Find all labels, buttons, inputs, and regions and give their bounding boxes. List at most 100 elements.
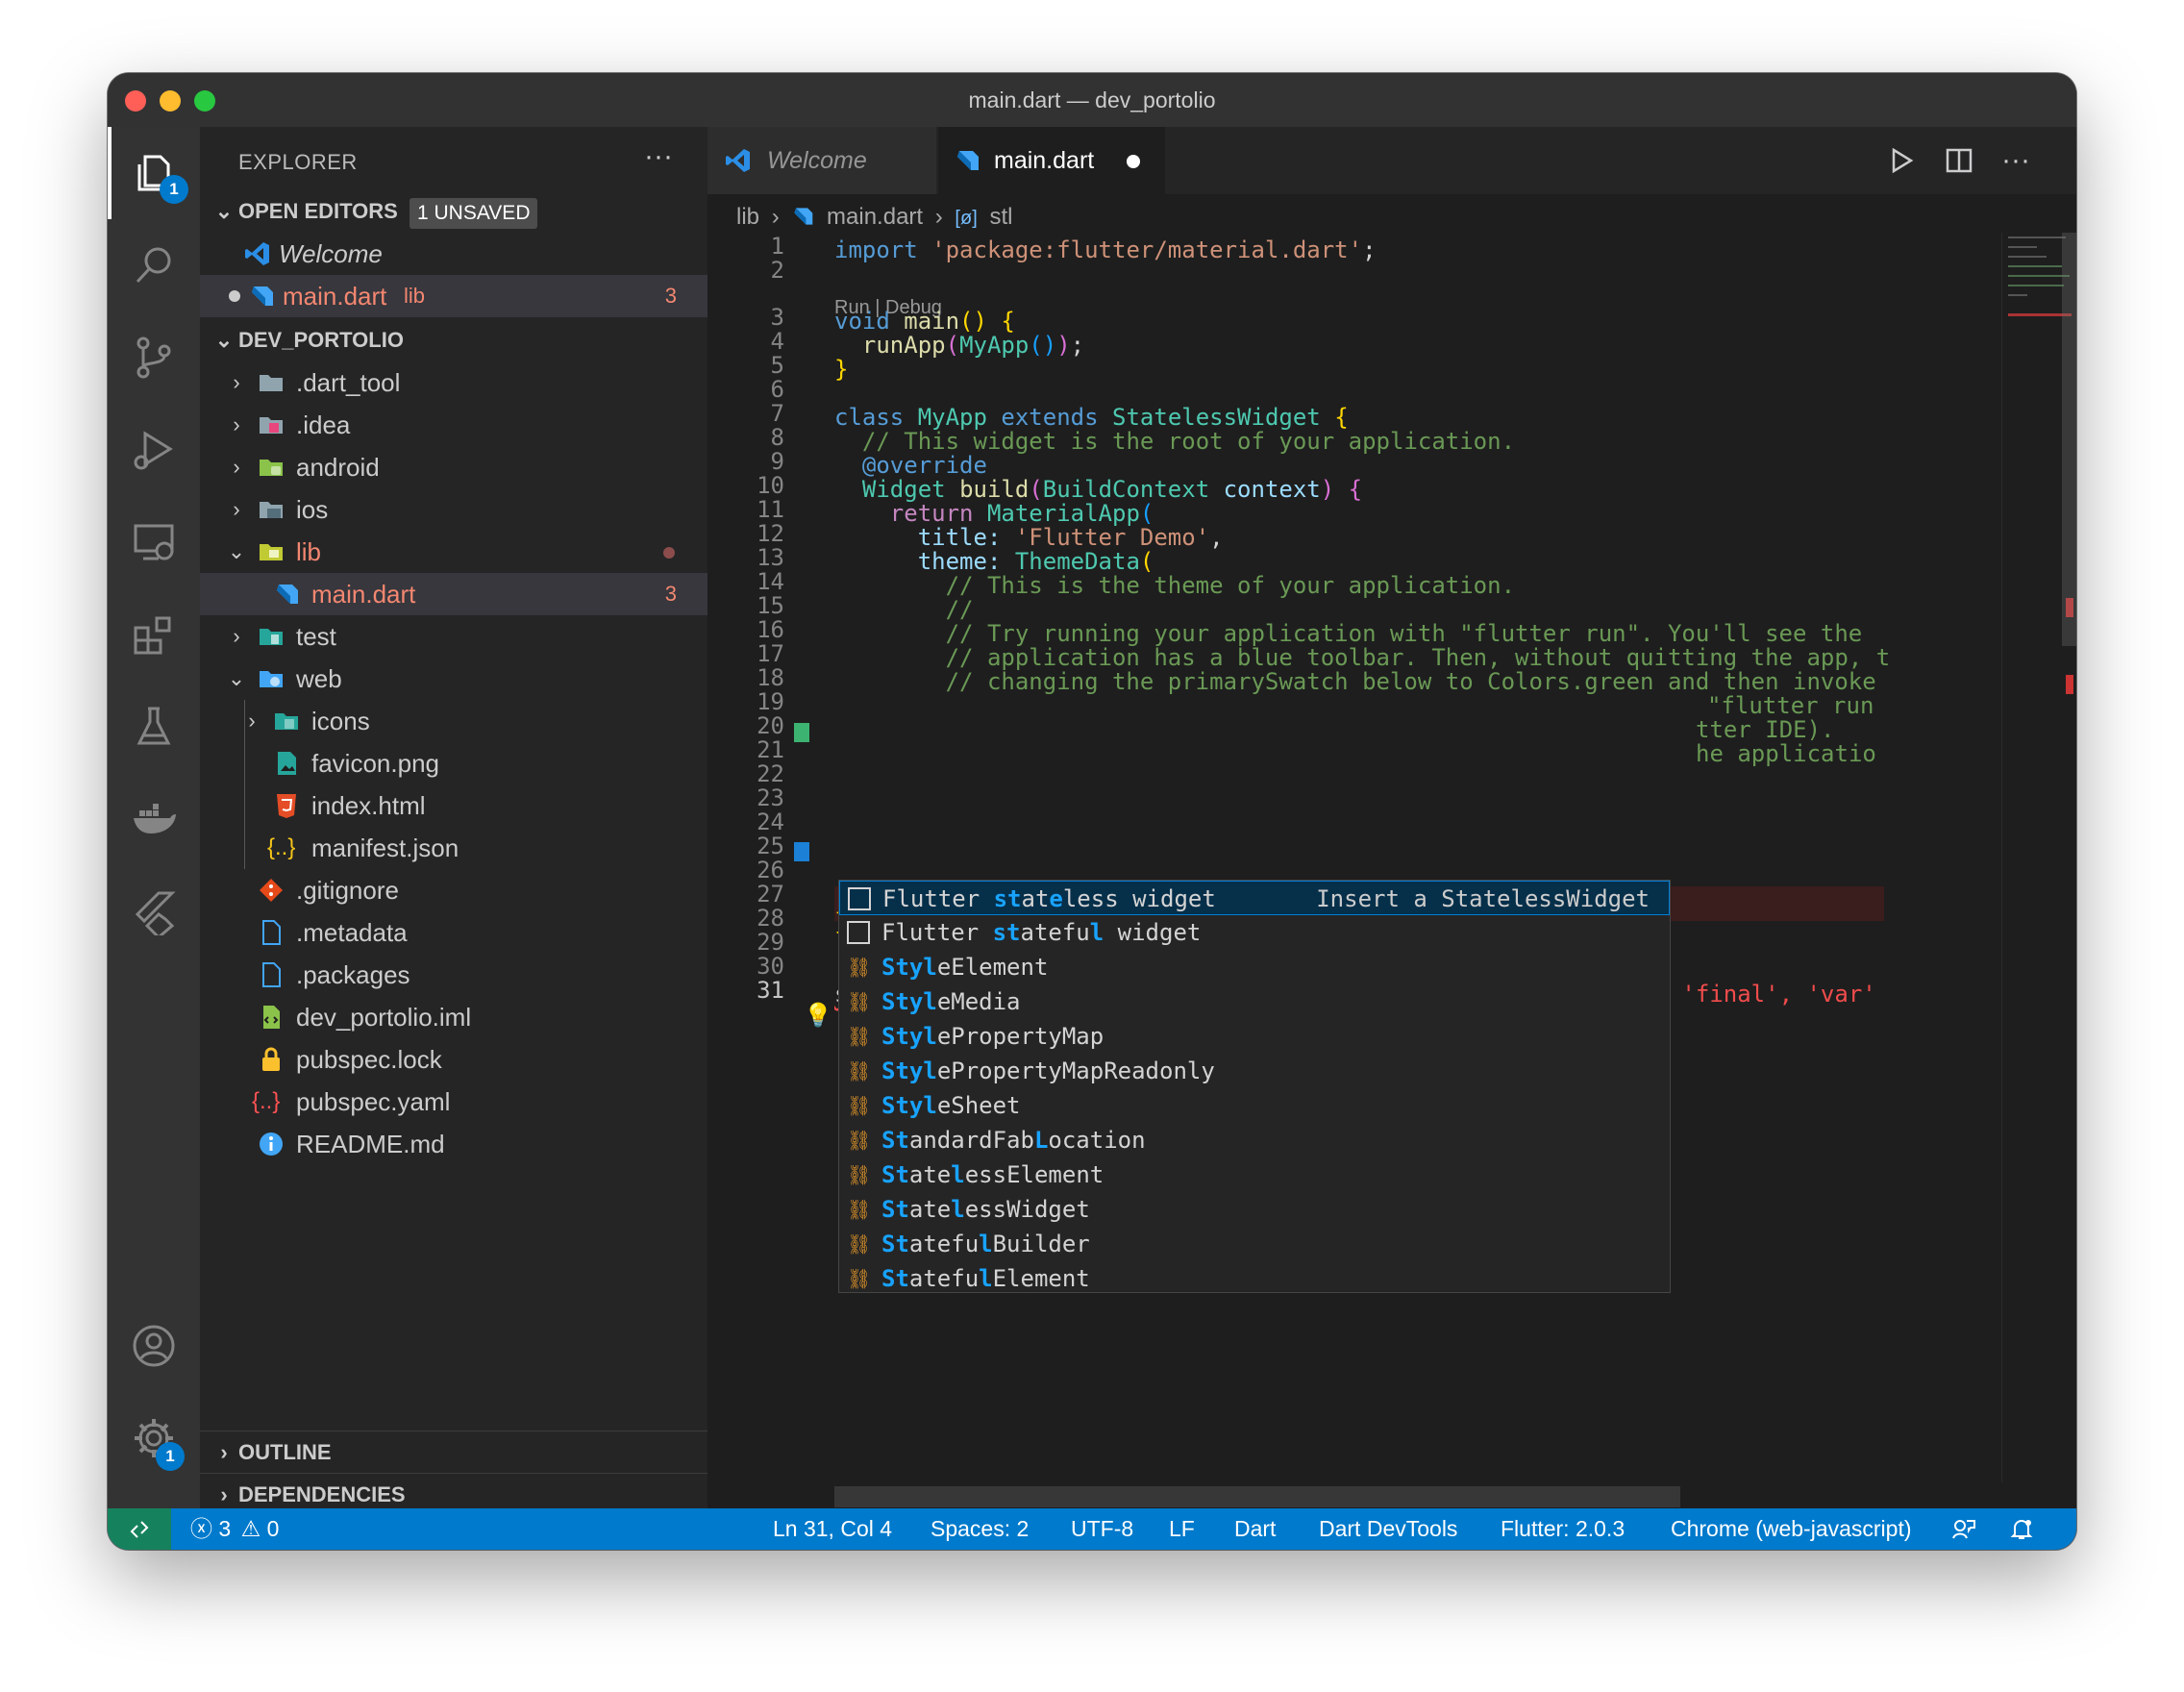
extensions-activity-button[interactable]	[108, 588, 200, 681]
tree-file-pubspec-lock[interactable]: pubspec.lock	[200, 1038, 707, 1081]
minimap-line	[2008, 236, 2066, 238]
tree-label: .metadata	[296, 918, 408, 947]
suggestion-item[interactable]: ⛓ StatefulBuilder	[839, 1227, 1670, 1261]
tree-file-main-dart[interactable]: main.dart 3	[200, 573, 707, 615]
tree-file-index-html[interactable]: index.html	[200, 784, 707, 827]
tree-folder-dart-tool[interactable]: › .dart_tool	[200, 361, 707, 404]
tree-file-packages[interactable]: .packages	[200, 954, 707, 996]
tree-folder-web[interactable]: ⌄ web	[200, 658, 707, 700]
tree-folder-idea[interactable]: › .idea	[200, 404, 707, 446]
suggestion-item[interactable]: ⛓ StatelessWidget	[839, 1192, 1670, 1227]
web-folder-icon	[260, 671, 283, 687]
vertical-scrollbar-thumb[interactable]	[2062, 233, 2076, 646]
class-icon: ⛓	[847, 1025, 872, 1048]
more-actions-icon[interactable]: ···	[2001, 144, 2030, 177]
indentation-status[interactable]: Spaces: 2	[931, 1508, 1029, 1550]
eol-status[interactable]: LF	[1169, 1508, 1195, 1550]
tree-file-readme[interactable]: README.md	[200, 1123, 707, 1165]
suggestion-label: StatefulBuilder	[881, 1231, 1090, 1257]
device-selector[interactable]: Chrome (web-javascript)	[1671, 1508, 1912, 1550]
suggestion-item[interactable]: ⛓ StatelessElement	[839, 1157, 1670, 1192]
open-editors-header[interactable]: ⌄ OPEN EDITORS 1 UNSAVED	[200, 190, 707, 233]
activity-bar: 1 1	[108, 127, 200, 1508]
run-debug-activity-button[interactable]	[108, 404, 200, 496]
split-editor-icon[interactable]	[1944, 145, 1974, 176]
tree-folder-icons[interactable]: › icons	[200, 700, 707, 742]
cursor-position[interactable]: Ln 31, Col 4	[773, 1508, 892, 1550]
close-window-button[interactable]	[125, 90, 146, 112]
explorer-more-actions-button[interactable]: ···	[644, 140, 673, 173]
tree-label: web	[296, 664, 342, 693]
suggestion-item[interactable]: ⛓ StandardFabLocation	[839, 1123, 1670, 1157]
devtools-button[interactable]: Dart DevTools	[1319, 1508, 1457, 1550]
testing-activity-button[interactable]	[108, 681, 200, 773]
search-icon	[136, 247, 171, 284]
zoom-window-button[interactable]	[194, 90, 215, 112]
remote-indicator-button[interactable]	[108, 1508, 171, 1550]
tab-main-dart[interactable]: main.dart	[938, 127, 1165, 194]
feedback-icon[interactable]	[1951, 1517, 1976, 1542]
horizontal-scrollbar-thumb[interactable]	[834, 1486, 1680, 1507]
encoding-status[interactable]: UTF-8	[1071, 1508, 1133, 1550]
tree-file-gitignore[interactable]: .gitignore	[200, 869, 707, 911]
open-editor-main-dart[interactable]: main.dart lib 3	[200, 275, 707, 317]
json-file-icon: {..}	[267, 834, 296, 860]
unsaved-dot-icon[interactable]	[1127, 155, 1140, 168]
dart-icon	[252, 286, 273, 306]
tree-file-metadata[interactable]: .metadata	[200, 911, 707, 954]
run-icon[interactable]	[1886, 145, 1917, 176]
suggest-widget[interactable]: Flutter stateless widget Insert a Statel…	[838, 880, 1671, 1293]
language-mode[interactable]: Dart	[1234, 1508, 1276, 1550]
manage-activity-button[interactable]: 1	[108, 1392, 200, 1484]
breadcrumb-file[interactable]: main.dart	[827, 204, 923, 230]
docker-activity-button[interactable]	[108, 773, 200, 865]
project-header[interactable]: ⌄ DEV_PORTOLIO	[200, 319, 707, 361]
tree-file-manifest-json[interactable]: {..} manifest.json	[200, 827, 707, 869]
xml-file-icon	[263, 1006, 280, 1029]
breadcrumb-symbol[interactable]: stl	[989, 204, 1012, 230]
tree-file-pubspec-yaml[interactable]: {..} pubspec.yaml	[200, 1081, 707, 1123]
open-editor-welcome[interactable]: Welcome	[200, 233, 707, 275]
breadcrumb-folder[interactable]: lib	[736, 204, 759, 230]
accounts-activity-button[interactable]	[108, 1300, 200, 1392]
tree-folder-ios[interactable]: › ios	[200, 488, 707, 531]
suggestion-item[interactable]: ⛓ StyleMedia	[839, 984, 1670, 1019]
notifications-bell-icon[interactable]	[2009, 1517, 2034, 1542]
flutter-version[interactable]: Flutter: 2.0.3	[1501, 1508, 1625, 1550]
suggestion-label: StyleMedia	[881, 988, 1021, 1015]
tree-file-favicon[interactable]: favicon.png	[200, 742, 707, 784]
beaker-icon	[136, 707, 171, 745]
account-icon	[133, 1325, 175, 1367]
tab-welcome[interactable]: Welcome	[707, 127, 936, 194]
suggestion-item[interactable]: ⛓ StyleSheet	[839, 1088, 1670, 1123]
suggestion-item[interactable]: Flutter stateful widget	[839, 915, 1670, 950]
suggestion-item[interactable]: ⛓ StyleElement	[839, 950, 1670, 984]
minimize-window-button[interactable]	[160, 90, 181, 112]
tree-file-iml[interactable]: dev_portolio.iml	[200, 996, 707, 1038]
warning-count: 0	[266, 1516, 280, 1541]
suggestion-item[interactable]: Flutter stateless widget Insert a Statel…	[839, 881, 1670, 915]
minimap-line	[2008, 256, 2047, 258]
open-editors-label: OPEN EDITORS	[238, 199, 398, 223]
tree-label: lib	[296, 537, 322, 566]
tab-label: main.dart	[994, 147, 1095, 174]
tree-label: .idea	[296, 411, 351, 439]
source-control-activity-button[interactable]	[108, 311, 200, 404]
minimap[interactable]	[2001, 233, 2076, 1482]
suggestion-item[interactable]: ⛓ StylePropertyMapReadonly	[839, 1054, 1670, 1088]
variable-icon: [ø]	[955, 208, 978, 229]
tree-folder-test[interactable]: › test	[200, 615, 707, 658]
explorer-activity-button[interactable]: 1	[108, 127, 200, 219]
remote-explorer-activity-button[interactable]	[108, 496, 200, 588]
scrollbar-error-marker	[2066, 675, 2073, 694]
outline-header[interactable]: › OUTLINE	[200, 1431, 707, 1474]
flutter-activity-button[interactable]	[108, 865, 200, 958]
search-activity-button[interactable]	[108, 219, 200, 311]
chevron-right-icon: ›	[233, 412, 240, 436]
tree-folder-android[interactable]: › android	[200, 446, 707, 488]
suggestion-item[interactable]: ⛓ StatefulElement	[839, 1261, 1670, 1296]
tree-folder-lib[interactable]: ⌄ lib	[200, 531, 707, 573]
suggestion-item[interactable]: ⛓ StylePropertyMap	[839, 1019, 1670, 1054]
problems-status-button[interactable]: ⓧ 3 ⚠ 0	[190, 1508, 279, 1550]
lib-folder-open-icon	[260, 544, 283, 560]
